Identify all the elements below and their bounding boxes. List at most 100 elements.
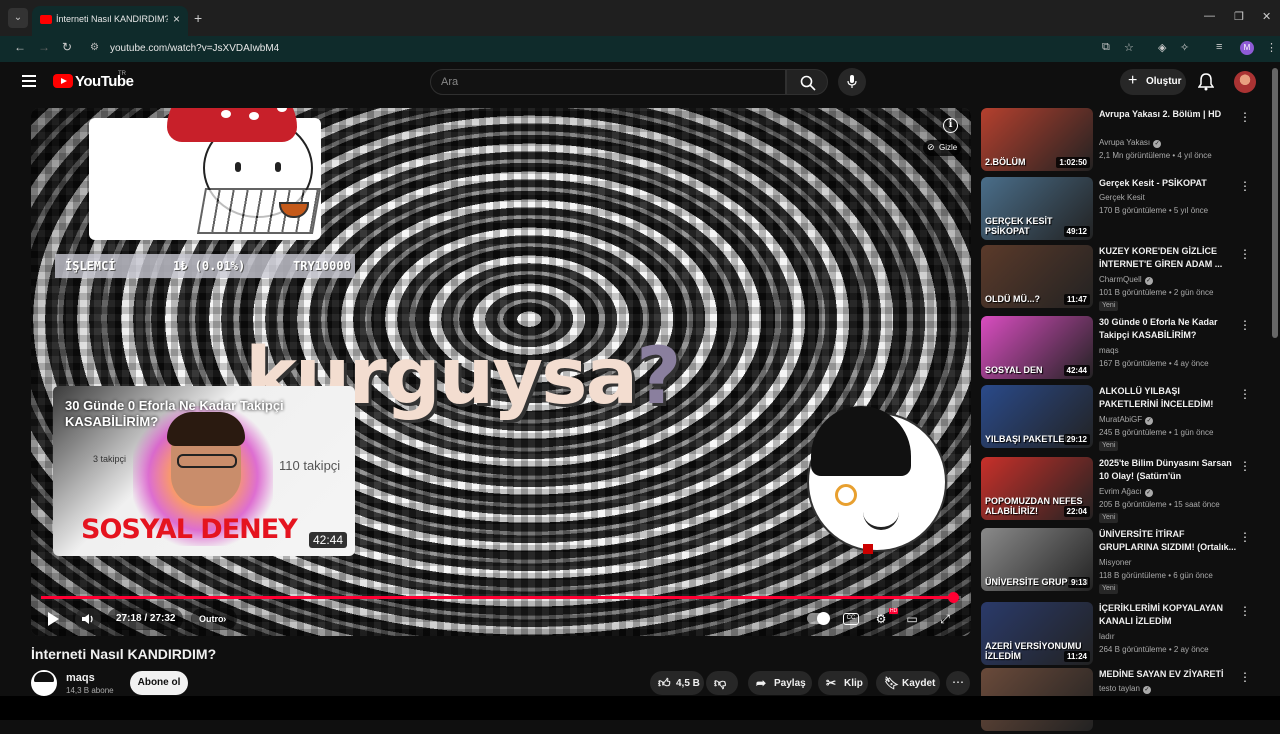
cast-icon[interactable]: ⧉ <box>1102 41 1110 54</box>
recommendation-item[interactable]: OLDÜ MÜ...? 11:47 KUZEY KORE'DEN GİZLİCE… <box>981 245 1263 311</box>
browser-profile-avatar[interactable]: M <box>1240 41 1254 55</box>
more-options-icon[interactable]: ⋮ <box>1239 247 1251 261</box>
create-button[interactable]: + Oluştur <box>1120 69 1186 95</box>
search-button[interactable] <box>786 69 828 95</box>
chrome-menu-icon[interactable]: ⋮ <box>1266 41 1277 54</box>
recommendation-channel[interactable]: maqs <box>1099 346 1119 355</box>
recommendation-thumbnail[interactable]: SOSYAL DEN 42:44 <box>981 316 1093 379</box>
hamburger-menu-icon[interactable] <box>22 75 36 87</box>
recommendation-item[interactable]: YILBAŞI PAKETLERİ 29:12 ALKOLLÜ YILBAŞI … <box>981 385 1263 451</box>
recommendation-thumbnail[interactable]: 2.BÖLÜM 1:02:50 <box>981 108 1093 171</box>
progress-bar[interactable] <box>41 592 961 603</box>
recommendation-thumbnail[interactable]: YILBAŞI PAKETLERİ 29:12 <box>981 385 1093 448</box>
subtitles-icon[interactable]: CC <box>843 613 859 625</box>
recommendation-title[interactable]: ÜNİVERSİTE İTİRAF GRUPLARINA SIZDIM! (Or… <box>1099 528 1237 554</box>
play-icon[interactable] <box>45 611 61 627</box>
recommendation-title[interactable]: MEDİNE SAYAN EV ZİYARETİ <box>1099 668 1237 681</box>
recommendation-channel[interactable]: testo taylan ✓ <box>1099 684 1151 694</box>
recommendation-channel[interactable]: Gerçek Kesit <box>1099 193 1145 202</box>
site-info-icon[interactable]: ⚙ <box>90 42 99 53</box>
clip-button[interactable]: ✂ Klip <box>818 671 868 695</box>
maximize-icon[interactable]: ❐ <box>1234 10 1244 23</box>
recommendation-item[interactable]: ÜNİVERSİTE GRUPLARI 9:13 ÜNİVERSİTE İTİR… <box>981 528 1263 594</box>
recommendation-item[interactable]: SOSYAL DEN 42:44 30 Günde 0 Eforla Ne Ka… <box>981 316 1263 382</box>
hide-button[interactable]: ⊘ Gizle <box>923 140 961 156</box>
end-screen-video-card[interactable]: 30 Günde 0 Eforla Ne Kadar Takipçi KASAB… <box>53 386 355 556</box>
more-options-icon[interactable]: ⋮ <box>1239 670 1251 684</box>
extensions-puzzle-icon[interactable]: ✧ <box>1180 41 1189 54</box>
fullscreen-icon[interactable]: ⤢ <box>936 610 954 628</box>
autoplay-toggle[interactable] <box>807 612 830 625</box>
recommendation-item[interactable]: POPOMUZDAN NEFES ALABİLİRİZ! 22:04 2025'… <box>981 457 1263 523</box>
recommendation-title[interactable]: Avrupa Yakası 2. Bölüm | HD <box>1099 108 1237 121</box>
recommendation-item[interactable]: AZERİ VERSİYONUMU İZLEDİM 11:24 İÇERİKLE… <box>981 602 1263 668</box>
info-icon[interactable]: i <box>943 118 958 133</box>
recommendation-title[interactable]: ALKOLLÜ YILBAŞI PAKETLERİNİ İNCELEDİM! (… <box>1099 385 1237 411</box>
voice-search-button[interactable] <box>838 68 866 96</box>
recommendation-title[interactable]: 30 Günde 0 Eforla Ne Kadar Takipçi KASAB… <box>1099 316 1237 342</box>
end-card-banner: SOSYAL DENEY <box>81 514 298 545</box>
more-options-icon[interactable]: ⋮ <box>1239 604 1251 618</box>
recommendation-item[interactable]: 2.BÖLÜM 1:02:50 Avrupa Yakası 2. Bölüm |… <box>981 108 1263 174</box>
recommendation-title[interactable]: İÇERİKLERİMİ KOPYALAYAN KANALI İZLEDİM <box>1099 602 1237 628</box>
video-duration: 1:02:50 <box>1056 157 1090 168</box>
recommendation-channel[interactable]: ladır <box>1099 632 1115 641</box>
more-options-icon[interactable]: ⋮ <box>1239 179 1251 193</box>
address-bar[interactable]: ⚙ youtube.com/watch?v=JsXVDAIwbM4 <box>86 39 1144 59</box>
time-text: 27:18 / 27:32 <box>116 613 176 624</box>
notifications-bell-icon[interactable] <box>1198 73 1214 91</box>
account-avatar[interactable] <box>1234 71 1256 93</box>
more-options-icon[interactable]: ⋮ <box>1239 387 1251 401</box>
recommendation-item[interactable]: GERÇEK KESİT PSİKOPAT 49:12 Gerçek Kesit… <box>981 177 1263 243</box>
recommendation-channel[interactable]: Avrupa Yakası ✓ <box>1099 138 1162 148</box>
progress-played <box>41 596 953 599</box>
more-options-icon[interactable]: ⋮ <box>1239 318 1251 332</box>
recommendation-channel[interactable]: Misyoner <box>1099 558 1131 567</box>
channel-label: Misyoner <box>1099 558 1132 567</box>
media-controls-icon[interactable]: ≡ <box>1216 41 1222 53</box>
recommendation-thumbnail[interactable]: OLDÜ MÜ...? 11:47 <box>981 245 1093 308</box>
recommendation-channel[interactable]: Evrim Ağacı ✓ <box>1099 487 1153 497</box>
channel-name[interactable]: maqs <box>66 672 95 684</box>
extension-icon[interactable]: ◈ <box>1158 41 1166 54</box>
youtube-logo-icon[interactable] <box>53 74 73 88</box>
recommendation-thumbnail[interactable]: POPOMUZDAN NEFES ALABİLİRİZ! 22:04 <box>981 457 1093 520</box>
recommendation-title[interactable]: 2025'te Bilim Dünyasını Sarsan 10 Olay! … <box>1099 457 1237 483</box>
save-button[interactable]: 🔖︎ Kaydet <box>876 671 940 695</box>
volume-button[interactable] <box>75 608 101 630</box>
channel-avatar[interactable] <box>31 670 57 696</box>
settings-gear-icon[interactable]: ⚙ <box>872 610 890 628</box>
tab-close-icon[interactable]: × <box>173 12 180 26</box>
more-options-icon[interactable]: ⋮ <box>1239 459 1251 473</box>
forward-icon[interactable]: → <box>38 40 50 54</box>
chapter-button[interactable]: Outro › <box>191 608 237 630</box>
recommendation-title[interactable]: KUZEY KORE'DEN GİZLİCE İNTERNET'E GİREN … <box>1099 245 1237 271</box>
recommendation-title[interactable]: Gerçek Kesit - PSİKOPAT <box>1099 177 1237 190</box>
recommendation-channel[interactable]: MuratAbiGF ✓ <box>1099 415 1154 425</box>
page-scrollbar[interactable] <box>1272 68 1278 338</box>
bookmark-star-icon[interactable]: ☆ <box>1124 41 1134 54</box>
more-options-icon[interactable]: ⋮ <box>1239 530 1251 544</box>
recommendation-thumbnail[interactable]: GERÇEK KESİT PSİKOPAT 49:12 <box>981 177 1093 240</box>
back-icon[interactable]: ← <box>14 40 26 54</box>
reload-icon[interactable]: ↻ <box>62 40 72 54</box>
close-window-icon[interactable]: ✕ <box>1262 10 1271 23</box>
tab-search-icon[interactable]: ⌄ <box>8 8 28 28</box>
theater-mode-icon[interactable]: ▭ <box>903 610 921 628</box>
video-player[interactable]: İŞLEMCİ 1₺ (0.01%) TRY10000 kurguysa? i … <box>31 108 971 636</box>
like-button[interactable]: 👍︎ 4,5 B <box>650 671 704 695</box>
dislike-button[interactable]: 👎︎ <box>706 671 738 695</box>
more-actions-icon[interactable]: ⋯ <box>946 671 970 695</box>
recommendation-thumbnail[interactable]: ÜNİVERSİTE GRUPLARI 9:13 <box>981 528 1093 591</box>
share-button[interactable]: ➦ Paylaş <box>748 671 812 695</box>
minimize-icon[interactable]: — <box>1204 10 1215 22</box>
browser-tab[interactable]: İnterneti Nasıl KANDIRDIM? - Y × <box>32 6 188 36</box>
search-input[interactable]: Ara <box>430 69 786 95</box>
subscribe-button[interactable]: Abone ol <box>130 671 188 695</box>
recommendation-channel[interactable]: CharmQuell ✓ <box>1099 275 1153 285</box>
more-options-icon[interactable]: ⋮ <box>1239 110 1251 124</box>
character-eye <box>235 162 241 172</box>
new-tab-icon[interactable]: + <box>194 10 202 26</box>
scrubber-handle[interactable] <box>947 592 959 603</box>
recommendation-thumbnail[interactable]: AZERİ VERSİYONUMU İZLEDİM 11:24 <box>981 602 1093 665</box>
